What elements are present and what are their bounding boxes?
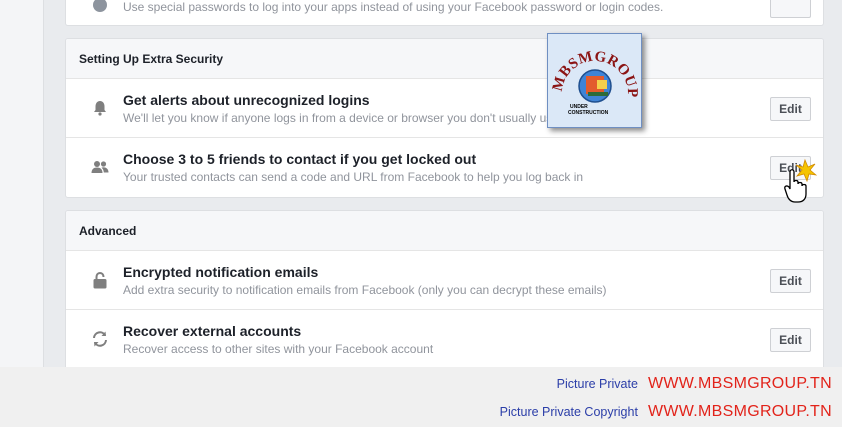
watermark-label-1: Picture Private [556,377,638,391]
extra-security-card: Setting Up Extra Security Get alerts abo… [65,38,824,198]
encrypted-emails-description: Add extra security to notification email… [123,283,607,297]
refresh-icon [91,330,109,348]
friends-icon [91,158,109,176]
watermark-logo-sub2: CONSTRUCTION [568,110,609,116]
key-icon [91,0,109,14]
trusted-contacts-row[interactable]: Choose 3 to 5 friends to contact if you … [66,138,823,197]
app-passwords-card: Use special passwords to log into your a… [65,0,824,26]
advanced-header: Advanced [66,211,823,251]
watermark-line-2: Picture Private Copyright WWW.MBSMGROUP.… [500,403,832,421]
encrypted-emails-title: Encrypted notification emails [123,264,319,280]
left-sidebar-strip [0,0,44,367]
recover-accounts-row[interactable]: Recover external accounts Recover access… [66,310,823,369]
login-alerts-edit-button[interactable]: Edit [770,97,811,121]
app-passwords-edit-button[interactable] [770,0,811,18]
watermark-footer: Picture Private WWW.MBSMGROUP.TN Picture… [0,367,842,427]
encrypted-emails-row[interactable]: Encrypted notification emails Add extra … [66,251,823,310]
recover-accounts-description: Recover access to other sites with your … [123,342,434,356]
lock-icon [91,271,109,289]
login-alerts-row[interactable]: Get alerts about unrecognized logins We'… [66,79,823,138]
watermark-line-1: Picture Private WWW.MBSMGROUP.TN [557,375,832,393]
app-passwords-row: Use special passwords to log into your a… [66,0,823,25]
hand-cursor-icon [783,158,818,204]
login-alerts-description: We'll let you know if anyone logs in fro… [123,111,559,125]
trusted-contacts-description: Your trusted contacts can send a code an… [123,170,584,184]
extra-security-header: Setting Up Extra Security [66,39,823,79]
watermark-url-2: WWW.MBSMGROUP.TN [647,403,832,420]
encrypted-emails-edit-button[interactable]: Edit [770,269,811,293]
watermark-logo: MBSMGROUP UNDER CONSTRUCTION [547,33,642,128]
login-alerts-title: Get alerts about unrecognized logins [123,92,370,108]
recover-accounts-edit-button[interactable]: Edit [770,328,811,352]
app-passwords-description: Use special passwords to log into your a… [123,0,664,14]
watermark-url-1: WWW.MBSMGROUP.TN [647,375,832,392]
advanced-card: Advanced Encrypted notification emails A… [65,210,824,380]
bell-icon [91,99,109,117]
trusted-contacts-title: Choose 3 to 5 friends to contact if you … [123,151,477,167]
recover-accounts-title: Recover external accounts [123,323,302,339]
watermark-label-2: Picture Private Copyright [499,405,638,419]
